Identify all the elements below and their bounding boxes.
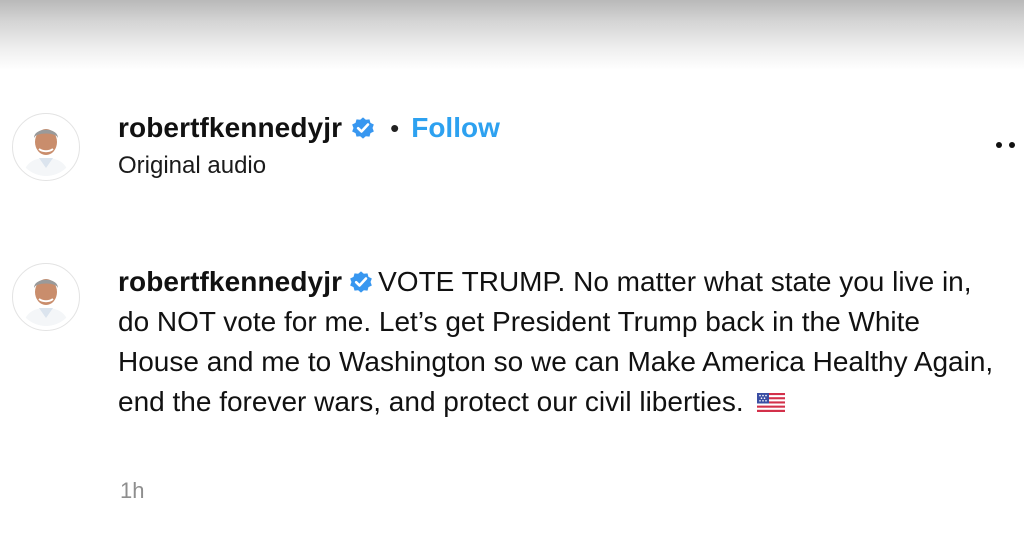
caption-comment: robertfkennedyjr VOTE TRUMP. No matter w… (118, 262, 1003, 422)
comment-avatar[interactable] (12, 263, 80, 331)
post-header: robertfkennedyjr • Follow (118, 110, 500, 146)
more-dot (1009, 142, 1015, 148)
separator-dot: • (390, 112, 400, 143)
verified-badge-icon (350, 271, 372, 293)
us-flag-icon (757, 393, 786, 412)
follow-button[interactable]: Follow (411, 112, 500, 144)
more-options-icon[interactable] (996, 140, 1024, 150)
header-avatar[interactable] (12, 113, 80, 181)
top-shade (0, 0, 1024, 70)
comment-timestamp: 1h (120, 478, 145, 503)
original-audio-link[interactable]: Original audio (118, 152, 266, 180)
more-dot (996, 142, 1002, 148)
avatar-portrait-icon (17, 118, 75, 176)
header-username[interactable]: robertfkennedyjr (118, 112, 342, 144)
avatar-portrait-icon (17, 268, 75, 326)
verified-badge-icon (352, 117, 374, 139)
comment-username[interactable]: robertfkennedyjr (118, 266, 342, 297)
